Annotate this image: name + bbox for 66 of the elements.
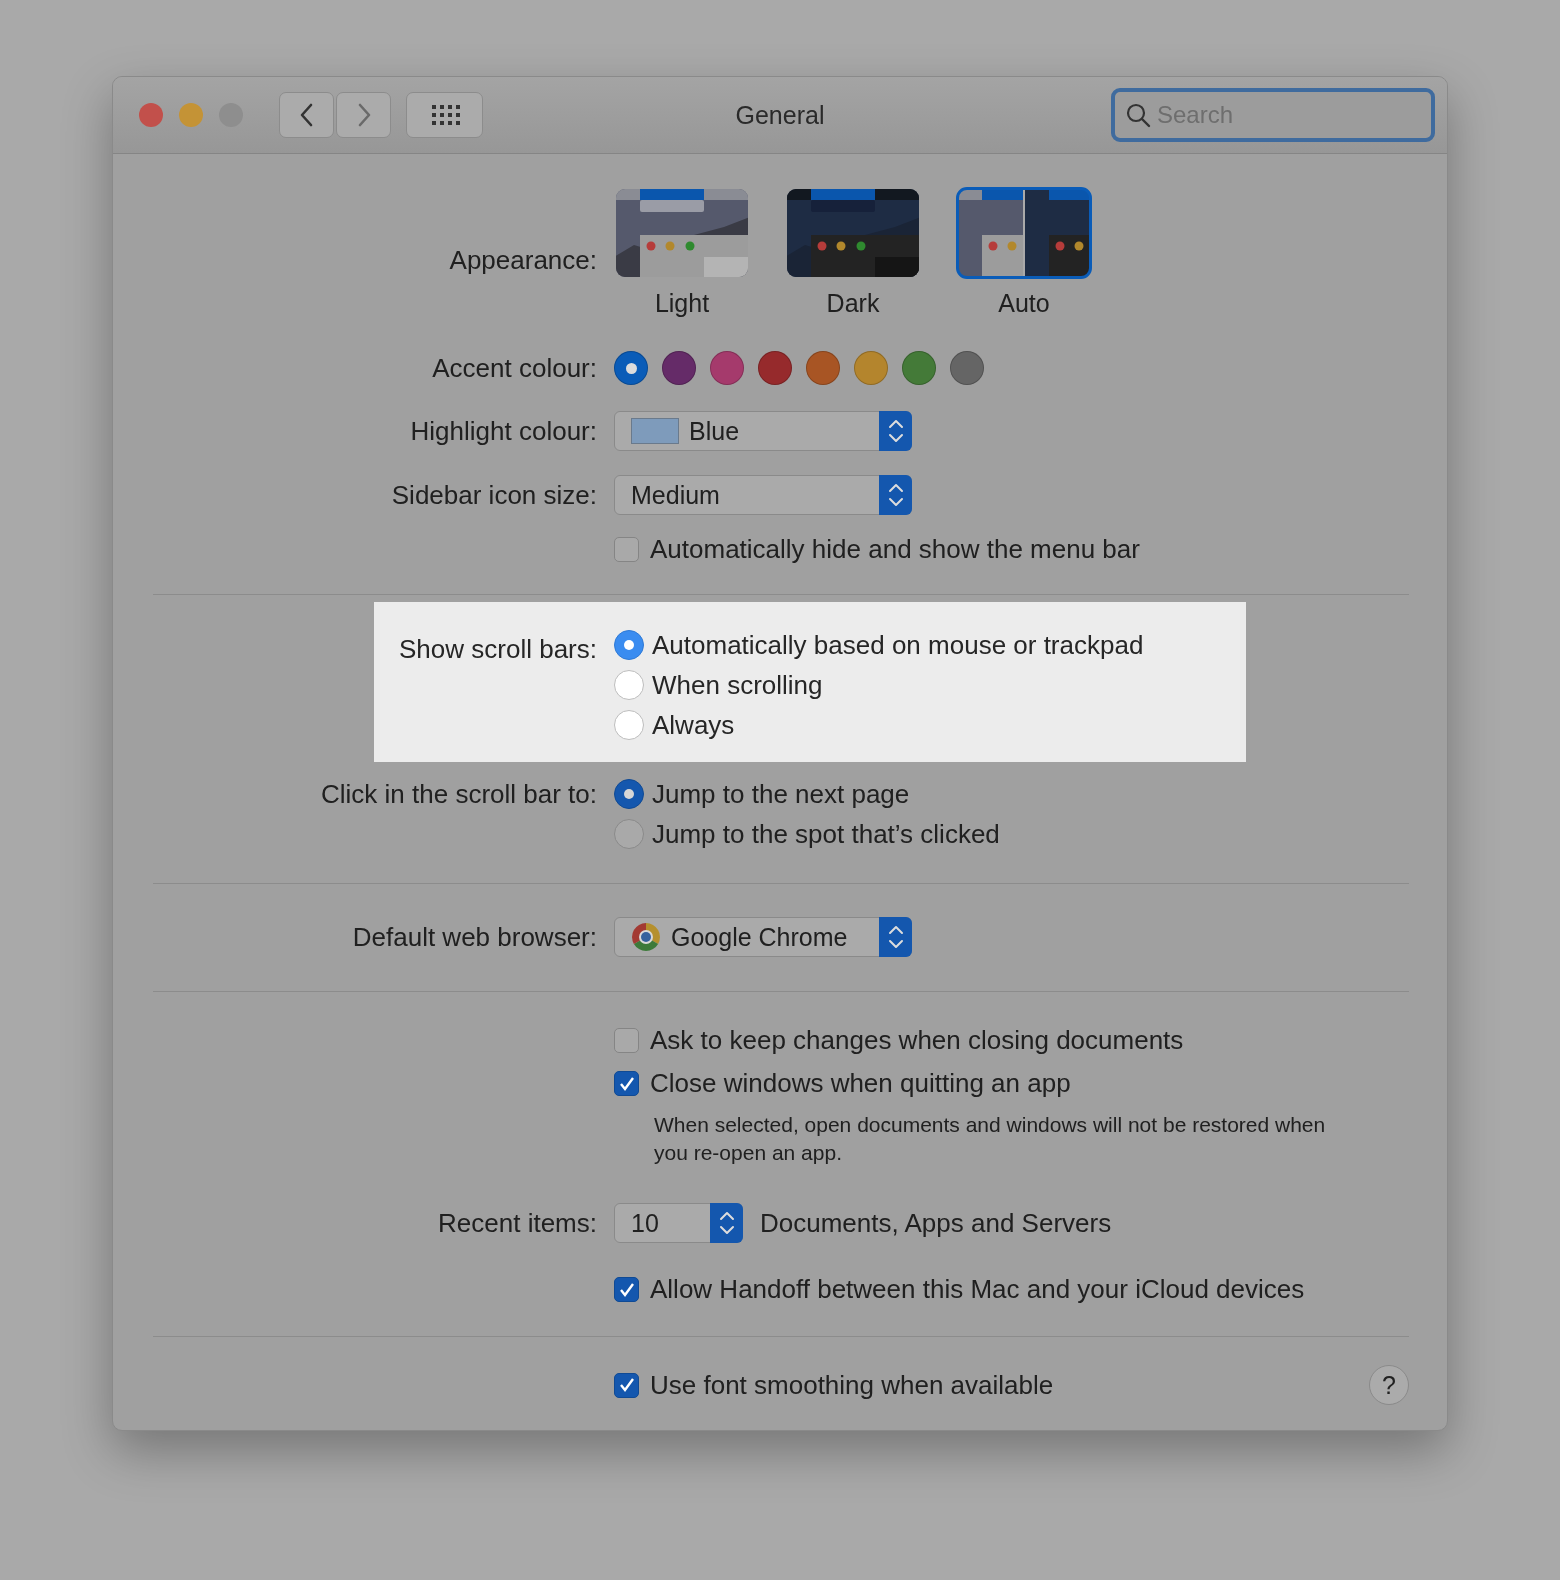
accent-colour-swatch[interactable] — [854, 351, 888, 385]
checkbox-label: Ask to keep changes when closing documents — [650, 1025, 1184, 1056]
appearance-preview[interactable] — [956, 187, 1092, 279]
recent-items-label: Recent items: — [437, 1207, 597, 1239]
default-browser-popup[interactable]: Google Chrome — [614, 917, 912, 957]
sidebar-icon-size-popup[interactable]: Medium — [614, 475, 912, 515]
checkbox-label: Allow Handoff between this Mac and your iCloud devices — [650, 1274, 1305, 1305]
appearance-preview[interactable] — [785, 187, 921, 279]
appearance-option-label: Dark — [826, 289, 880, 318]
accent-colour-swatch[interactable] — [662, 351, 696, 385]
accent-colour-label: Accent colour: — [431, 352, 597, 384]
back-icon — [298, 103, 315, 127]
search-icon — [1125, 102, 1151, 128]
popup-value: Medium — [631, 480, 720, 510]
highlight-colour-label: Highlight colour: — [409, 415, 597, 447]
stepper-icon — [879, 475, 912, 515]
radio-button[interactable] — [614, 779, 644, 809]
accent-colour-swatch[interactable] — [710, 351, 744, 385]
checkbox-label: Automatically hide and show the menu bar — [650, 534, 1140, 565]
stepper-icon — [710, 1203, 743, 1243]
default-browser-label: Default web browser: — [351, 921, 597, 953]
radio-button[interactable] — [614, 670, 644, 700]
radio-label: Jump to the spot that’s clicked — [652, 818, 1000, 850]
stepper-icon — [879, 917, 912, 957]
appearance-option-label: Light — [654, 289, 710, 318]
accent-colour-swatch[interactable] — [902, 351, 936, 385]
radio-label: Automatically based on mouse or trackpad — [652, 629, 1144, 661]
sidebar-icon-size-label: Sidebar icon size: — [390, 479, 597, 511]
popup-value: Blue — [689, 416, 740, 446]
accent-colour-swatch[interactable] — [806, 351, 840, 385]
radio-button[interactable] — [614, 819, 644, 849]
accent-colour-swatch[interactable] — [614, 351, 648, 385]
window-control[interactable] — [139, 103, 163, 127]
show-all-button[interactable] — [406, 92, 483, 138]
recent-items-suffix: Documents, Apps and Servers — [760, 1207, 1112, 1239]
appearance-preview[interactable] — [614, 187, 750, 279]
accent-colour-swatch[interactable] — [758, 351, 792, 385]
radio-label: Jump to the next page — [652, 778, 910, 810]
appearance-option-label: Auto — [998, 289, 1050, 318]
checkbox[interactable] — [614, 1372, 639, 1398]
checkbox-label: Use font smoothing when available — [650, 1369, 1054, 1401]
back-button[interactable] — [279, 92, 334, 138]
description-text: When selected, open documents and windows will not be restored when you re-open an app. — [654, 1112, 1327, 1166]
appearance-label: Appearance: — [448, 245, 597, 276]
recent-items-popup[interactable]: 10 — [614, 1203, 743, 1243]
checkbox-label: Close windows when quitting an app — [650, 1068, 1071, 1099]
highlight-colour-popup[interactable]: Blue — [614, 411, 912, 451]
checkbox[interactable] — [614, 1277, 639, 1302]
forward-button[interactable] — [336, 92, 391, 138]
browser-logo-icon — [631, 922, 661, 952]
grid-icon — [429, 104, 460, 126]
checkbox[interactable] — [614, 1028, 639, 1053]
popup-value: Google Chrome — [671, 922, 848, 952]
radio-button[interactable] — [614, 630, 644, 660]
window-title: General — [734, 101, 826, 130]
checkbox[interactable] — [614, 1071, 639, 1096]
checkbox[interactable] — [614, 537, 639, 562]
popup-value: 10 — [631, 1208, 659, 1238]
radio-button[interactable] — [614, 710, 644, 740]
radio-label: When scrolling — [652, 669, 823, 701]
radio-label: Always — [652, 709, 735, 741]
click-scroll-bar-label: Click in the scroll bar to: — [320, 779, 597, 810]
show-scroll-bars-label: Show scroll bars: — [398, 634, 597, 665]
stepper-icon — [879, 411, 912, 451]
help-button[interactable]: ? — [1369, 1365, 1409, 1405]
accent-colour-swatch[interactable] — [950, 351, 984, 385]
